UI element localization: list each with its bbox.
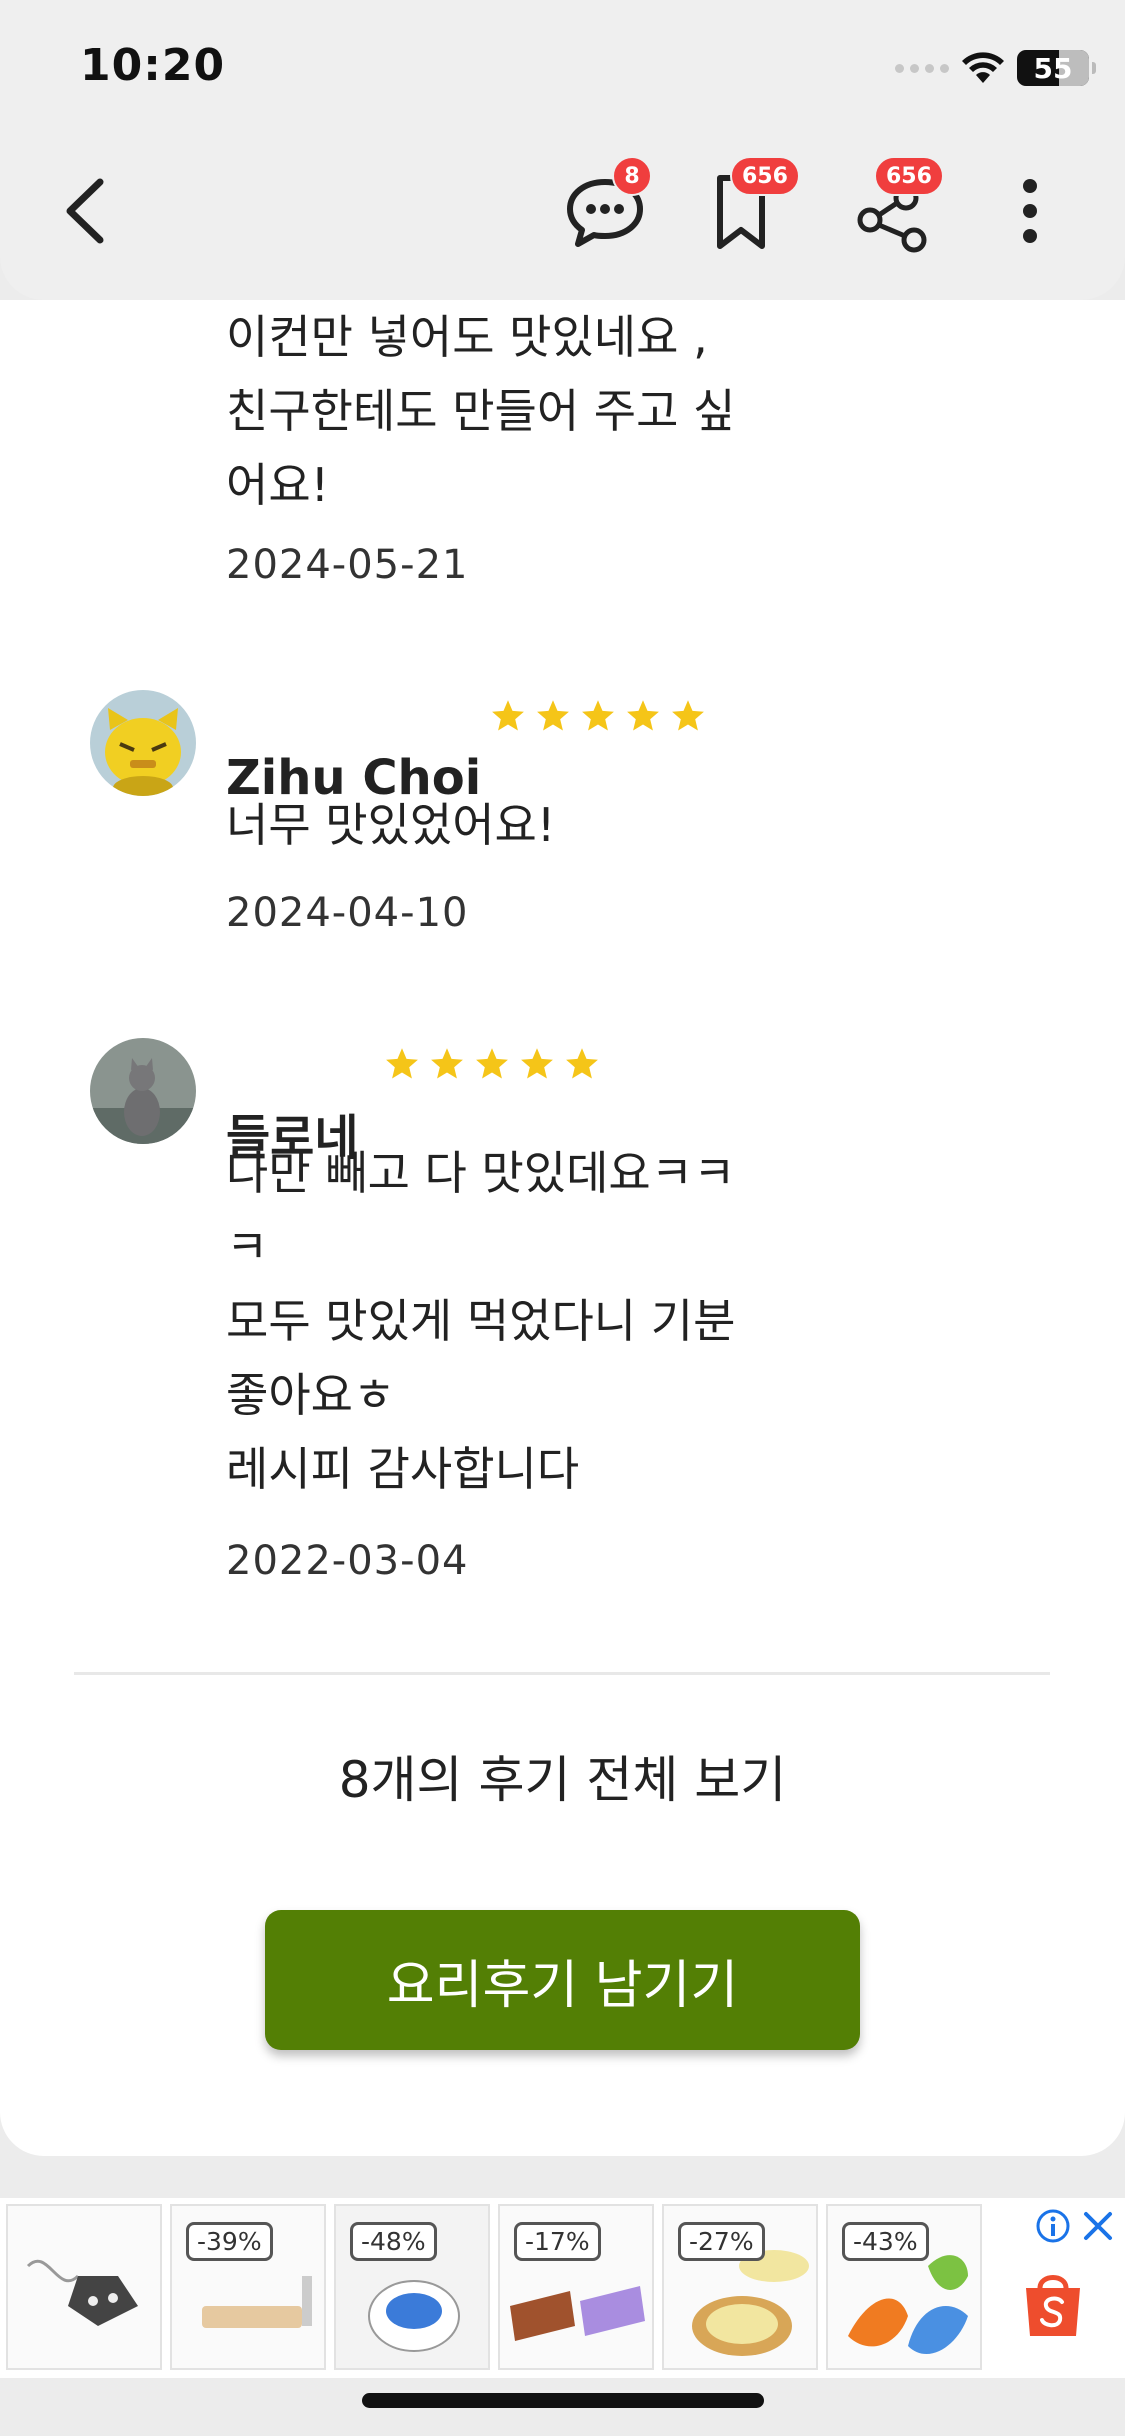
ad-info-icon[interactable]	[1035, 2208, 1071, 2244]
avatar-cat-photo-icon	[90, 1038, 196, 1144]
cellular-signal-icon	[895, 63, 949, 73]
star-icon	[521, 1048, 553, 1079]
status-indicators: 55	[895, 48, 1096, 88]
ad-product[interactable]: -17%	[498, 2204, 654, 2370]
battery-icon: 55	[1017, 50, 1096, 86]
share-button[interactable]: 656	[848, 156, 944, 256]
discount-badge: -48%	[350, 2222, 437, 2261]
page: 10:20 55 8 656 656 이컨만 넣어도 맛있네요 , 친구한테도 …	[0, 0, 1125, 2436]
star-icon	[386, 1048, 418, 1079]
write-review-button[interactable]: 요리후기 남기기	[265, 1910, 860, 2050]
ad-banner[interactable]: -39% -48% -17% -27% -43%	[0, 2198, 1125, 2378]
bookmark-button[interactable]: 656	[702, 156, 800, 256]
top-navigation: 8 656 656	[0, 130, 1125, 300]
comments-button[interactable]: 8	[560, 156, 652, 256]
rating-stars	[490, 698, 706, 734]
star-icon	[566, 1048, 598, 1079]
review-text: 나만 빼고 다 맛있데요ㅋㅋ ㅋ 모두 맛있게 먹었다니 기분 좋아요ㅎ 레시피…	[226, 1146, 736, 1496]
ad-product[interactable]: -39%	[170, 2204, 326, 2370]
share-count-badge: 656	[874, 156, 944, 196]
discount-badge: -43%	[842, 2222, 929, 2261]
more-options-button[interactable]	[1000, 166, 1060, 256]
discount-badge: -17%	[514, 2222, 601, 2261]
rating-stars	[384, 1046, 600, 1082]
status-bar: 10:20 55	[0, 0, 1125, 130]
star-icon	[492, 700, 524, 731]
ad-product[interactable]: -27%	[662, 2204, 818, 2370]
ad-product[interactable]: -48%	[334, 2204, 490, 2370]
status-time: 10:20	[80, 40, 226, 91]
battery-level: 55	[1033, 51, 1073, 85]
star-icon	[582, 700, 614, 731]
bookmark-count-badge: 656	[730, 156, 800, 196]
review-date: 2024-05-21	[226, 542, 469, 588]
back-button[interactable]	[56, 176, 116, 246]
ad-close-icon[interactable]	[1080, 2208, 1116, 2244]
ad-product-lamp-icon	[8, 2206, 160, 2368]
discount-badge: -39%	[186, 2222, 273, 2261]
see-all-reviews-link[interactable]: 8개의 후기 전체 보기	[0, 1740, 1125, 1812]
star-icon	[627, 700, 659, 731]
avatar-yellow-character-icon	[90, 690, 196, 796]
review-text: 너무 맛있었어요!	[226, 798, 556, 852]
more-vertical-icon	[1023, 179, 1037, 243]
ad-product[interactable]: -43%	[826, 2204, 982, 2370]
divider	[74, 1672, 1050, 1675]
wifi-icon	[962, 52, 1004, 83]
comments-count-badge: 8	[612, 156, 652, 196]
reviews-card: 이컨만 넣어도 맛있네요 , 친구한테도 만들어 주고 싶 어요! 2024-0…	[0, 300, 1125, 2156]
home-indicator[interactable]	[362, 2393, 764, 2408]
star-icon	[476, 1048, 508, 1079]
ad-product[interactable]	[6, 2204, 162, 2370]
review-text: 이컨만 넣어도 맛있네요 , 친구한테도 만들어 주고 싶 어요!	[226, 310, 736, 512]
shopee-bag-icon[interactable]	[1020, 2268, 1086, 2340]
star-icon	[672, 700, 704, 731]
star-icon	[431, 1048, 463, 1079]
chevron-left-icon	[66, 178, 104, 244]
discount-badge: -27%	[678, 2222, 765, 2261]
star-icon	[537, 700, 569, 731]
avatar[interactable]	[90, 690, 196, 796]
avatar[interactable]	[90, 1038, 196, 1144]
review-date: 2024-04-10	[226, 890, 469, 936]
review-date: 2022-03-04	[226, 1538, 469, 1584]
